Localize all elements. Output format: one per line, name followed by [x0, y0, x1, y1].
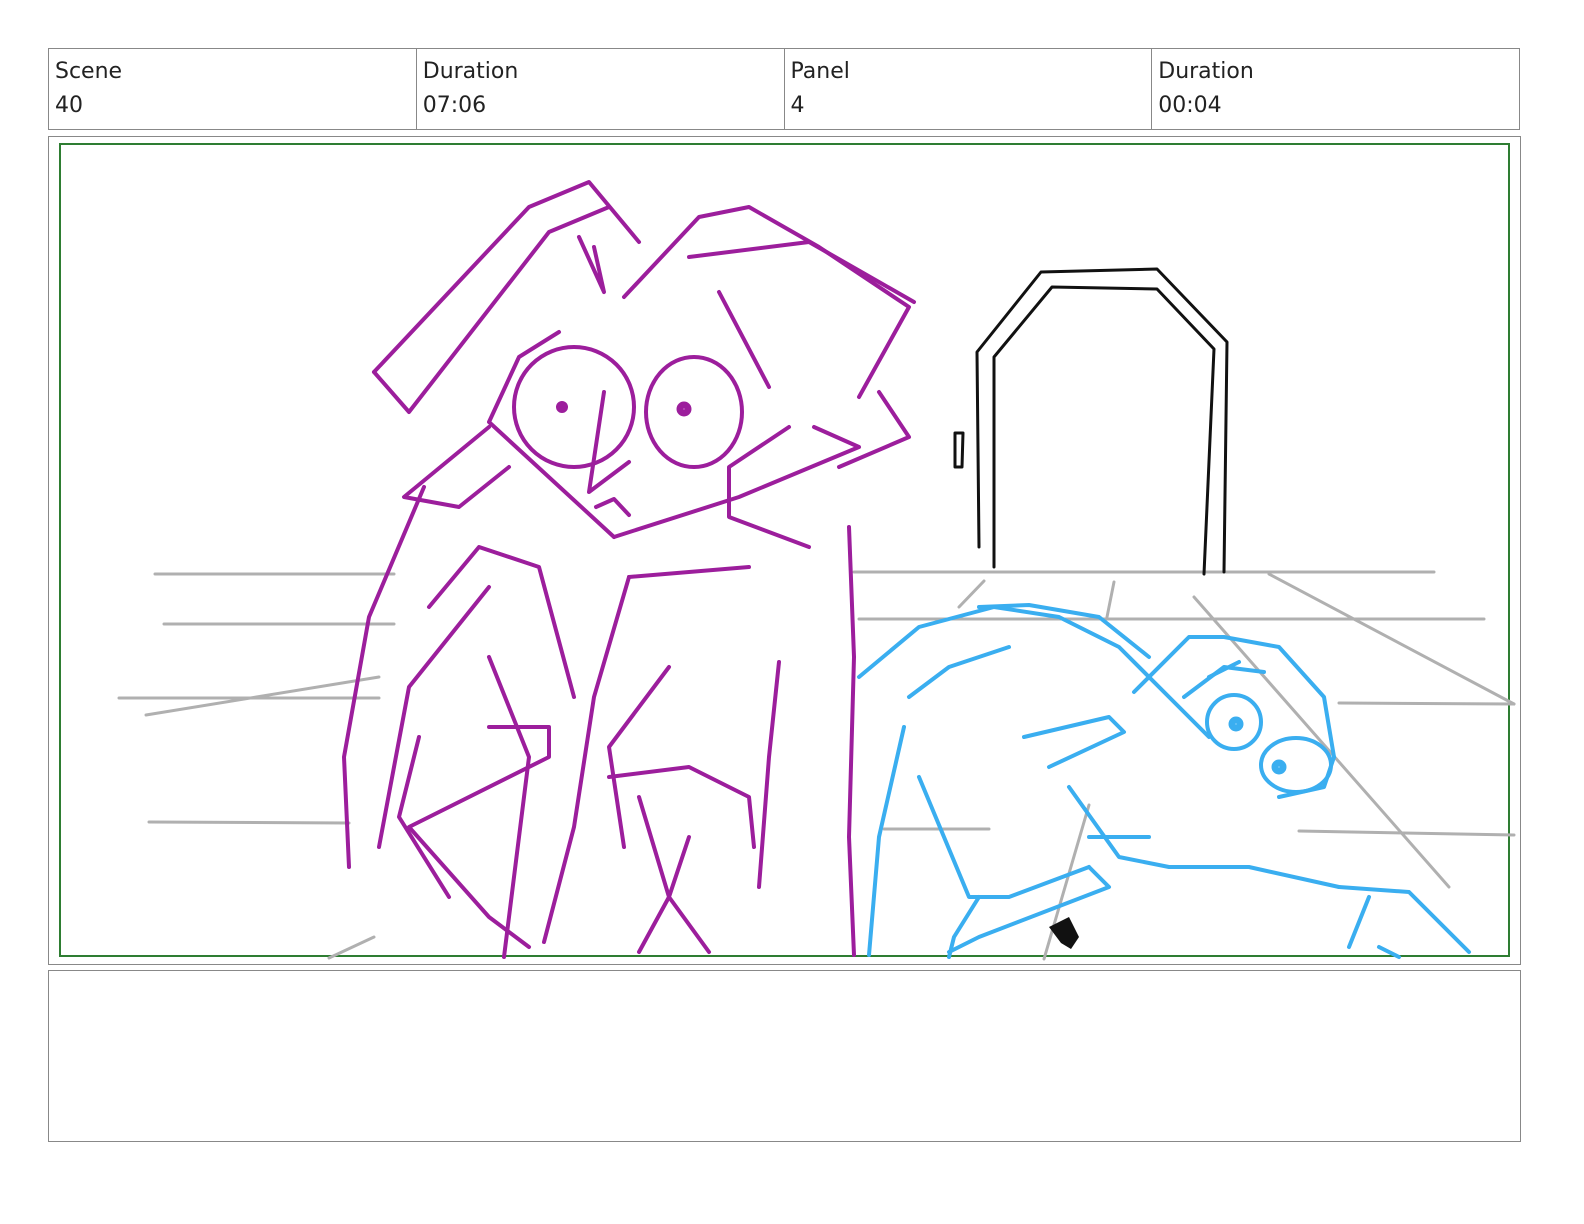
- panel-duration-value: 00:04: [1158, 93, 1222, 118]
- storyboard-panel: [48, 136, 1521, 965]
- panel-duration-label: Duration: [1158, 59, 1254, 84]
- scene-value: 40: [55, 93, 83, 118]
- panel-duration-cell: Duration 00:04: [1152, 49, 1519, 129]
- scene-duration-label: Duration: [422, 59, 519, 84]
- safe-frame: [59, 143, 1510, 957]
- girl-sketch: [342, 180, 916, 959]
- panel-value: 4: [790, 93, 805, 118]
- floor-lines: [117, 570, 1516, 961]
- panel-cell: Panel 4: [785, 49, 1153, 129]
- panel-drawing: [59, 143, 1516, 961]
- scene-duration-value: 07:06: [422, 93, 487, 118]
- door-drawing: [953, 267, 1229, 576]
- panel-notes-box[interactable]: [48, 970, 1521, 1142]
- scene-cell: Scene 40: [49, 49, 417, 129]
- boy-sketch: [857, 603, 1471, 959]
- panel-info-header: Scene 40 Duration 07:06 Panel 4 Duration…: [48, 48, 1520, 130]
- scene-label: Scene: [55, 59, 123, 84]
- panel-label: Panel: [790, 59, 850, 84]
- scene-duration-cell: Duration 07:06: [417, 49, 785, 129]
